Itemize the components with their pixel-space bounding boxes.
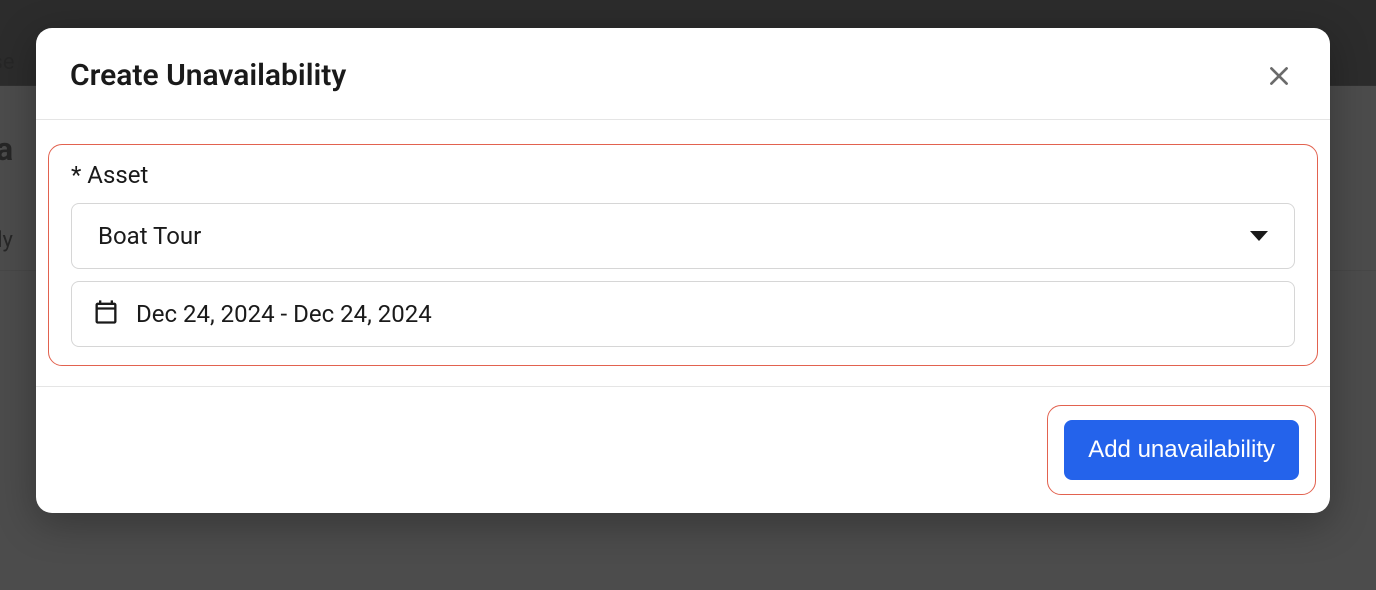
add-unavailability-button[interactable]: Add unavailability (1064, 420, 1299, 480)
chevron-down-icon (1250, 231, 1268, 241)
date-range-value: Dec 24, 2024 - Dec 24, 2024 (136, 300, 432, 328)
asset-label: * Asset (71, 161, 1295, 189)
footer-highlight-box: Add unavailability (1047, 405, 1316, 495)
close-icon (1266, 63, 1292, 89)
form-highlight-box: * Asset Boat Tour Dec 24, 2024 - Dec 24,… (48, 144, 1318, 366)
asset-select-value: Boat Tour (98, 222, 1250, 250)
modal-body: * Asset Boat Tour Dec 24, 2024 - Dec 24,… (36, 120, 1330, 386)
modal-footer: Add unavailability (36, 386, 1330, 513)
modal-title: Create Unavailability (70, 58, 346, 93)
create-unavailability-modal: Create Unavailability * Asset Boat Tour … (36, 28, 1330, 513)
calendar-icon (92, 298, 120, 330)
modal-header: Create Unavailability (36, 28, 1330, 120)
asset-select[interactable]: Boat Tour (71, 203, 1295, 269)
date-range-input[interactable]: Dec 24, 2024 - Dec 24, 2024 (71, 281, 1295, 347)
close-button[interactable] (1262, 59, 1296, 93)
